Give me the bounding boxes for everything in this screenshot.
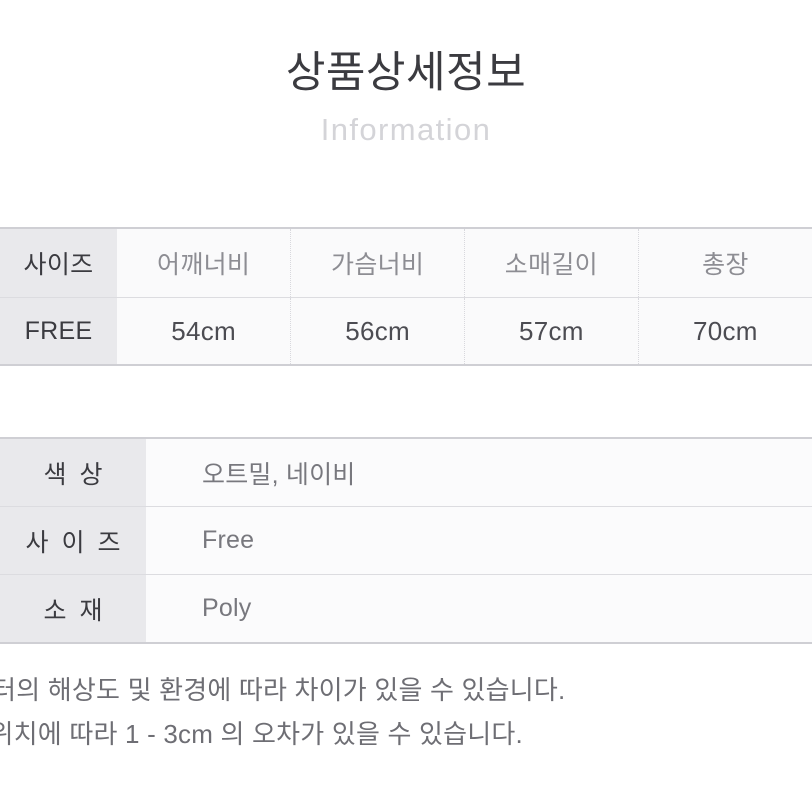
spec-value-material: Poly: [146, 574, 812, 643]
spec-value-size: Free: [146, 506, 812, 575]
size-table-header-shoulder-width: 어깨너비: [117, 228, 291, 298]
size-table-header-total-length: 총장: [637, 228, 812, 298]
product-spec-table: 색상 오트밀, 네이비 사이즈 Free 소재 Poly: [0, 437, 812, 644]
size-table-header-sleeve-length: 소매길이: [464, 228, 639, 298]
page-title: 상품상세정보: [285, 49, 527, 97]
size-measurement-table: 사이즈 어깨너비 가슴너비 소매길이 총장 FREE 54cm 56cm 57c…: [0, 227, 812, 366]
table-row: 사이즈 Free: [0, 506, 812, 575]
spec-key-material: 소재: [0, 574, 146, 643]
disclaimer-note-measurement: 정 위치에 따라 1 - 3cm 의 오차가 있을 수 있습니다.: [0, 719, 523, 749]
size-table-row-label-free: FREE: [0, 297, 117, 365]
page-subtitle: Information: [320, 112, 492, 147]
disclaimer-note-monitor: 니터의 해상도 및 환경에 따라 차이가 있을 수 있습니다.: [0, 675, 566, 705]
disclaimer-notes: 니터의 해상도 및 환경에 따라 차이가 있을 수 있습니다. 정 위치에 따라…: [0, 668, 812, 756]
page-header: 상품상세정보 Information: [0, 46, 812, 152]
table-row: FREE 54cm 56cm 57cm 70cm: [0, 297, 812, 365]
table-row: 색상 오트밀, 네이비: [0, 438, 812, 507]
spec-value-color: 오트밀, 네이비: [146, 438, 812, 507]
table-row: 소재 Poly: [0, 574, 812, 643]
size-table-header-chest-width: 가슴너비: [290, 228, 465, 298]
size-table-header-size: 사이즈: [0, 228, 117, 298]
product-detail-information-page: 상품상세정보 Information 사이즈 어깨너비 가슴너비 소매길이 총장…: [0, 0, 812, 812]
size-value-shoulder-width: 54cm: [117, 297, 291, 365]
spec-key-size-label: 사이즈: [25, 528, 134, 557]
size-table-header-row: 사이즈 어깨너비 가슴너비 소매길이 총장: [0, 228, 812, 298]
size-value-total-length: 70cm: [637, 297, 812, 365]
size-value-sleeve-length: 57cm: [464, 297, 639, 365]
spec-key-color-label: 색상: [43, 460, 116, 489]
spec-key-size: 사이즈: [0, 506, 146, 575]
spec-key-color: 색상: [0, 438, 146, 507]
size-value-chest-width: 56cm: [290, 297, 465, 365]
spec-key-material-label: 소재: [43, 596, 116, 625]
